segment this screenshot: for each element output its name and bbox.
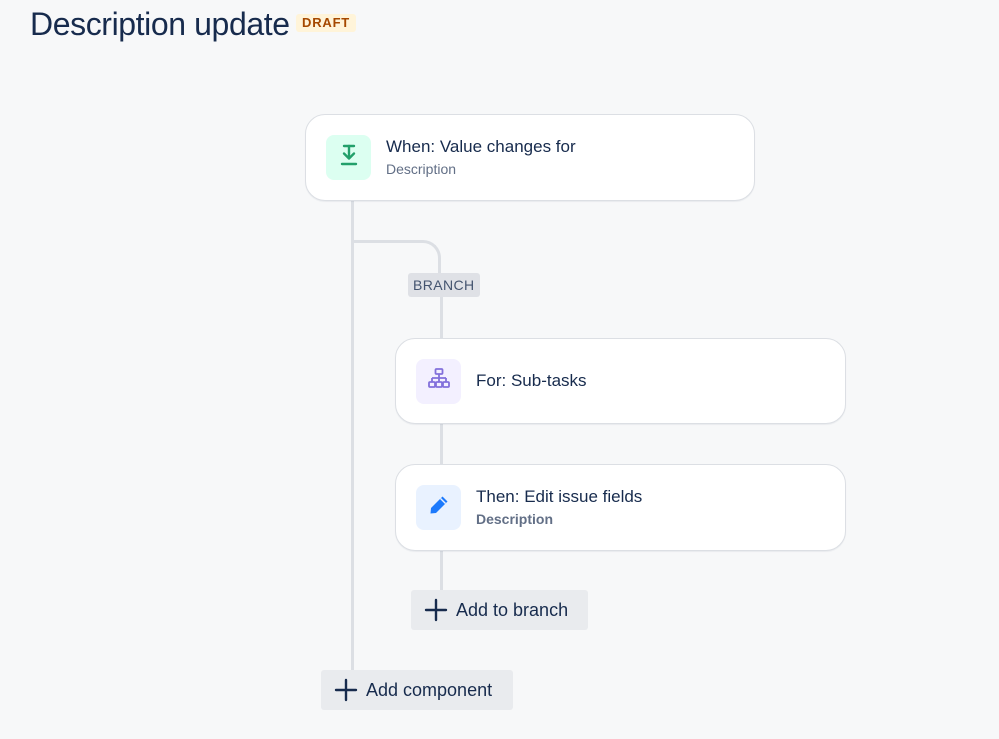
branch-icon-box [416, 359, 461, 404]
add-to-branch-label: Add to branch [456, 599, 569, 620]
action-icon-box [416, 485, 461, 530]
page-title: Description update [30, 6, 290, 42]
action-title: Then: Edit issue fields [476, 487, 643, 506]
add-component-button[interactable]: Add component [321, 670, 513, 710]
branch-condition-card[interactable]: For: Sub-tasks [395, 338, 846, 424]
trigger-card[interactable]: When: Value changes for Description [305, 114, 755, 201]
plus-icon [424, 598, 448, 622]
pencil-icon [427, 493, 451, 522]
hierarchy-icon [427, 367, 451, 396]
add-component-label: Add component [366, 679, 493, 700]
branch-condition-title: For: Sub-tasks [476, 371, 587, 390]
download-arrow-icon [338, 143, 360, 172]
plus-icon [334, 678, 358, 702]
action-subtitle: Description [476, 511, 554, 527]
action-card[interactable]: Then: Edit issue fields Description [395, 464, 846, 551]
trigger-subtitle: Description [386, 161, 457, 177]
trigger-icon-box [326, 135, 371, 180]
branch-label: BRANCH [408, 273, 480, 297]
trigger-title: When: Value changes for [386, 137, 576, 156]
add-to-branch-button[interactable]: Add to branch [411, 590, 588, 630]
status-badge: DRAFT [296, 14, 357, 32]
